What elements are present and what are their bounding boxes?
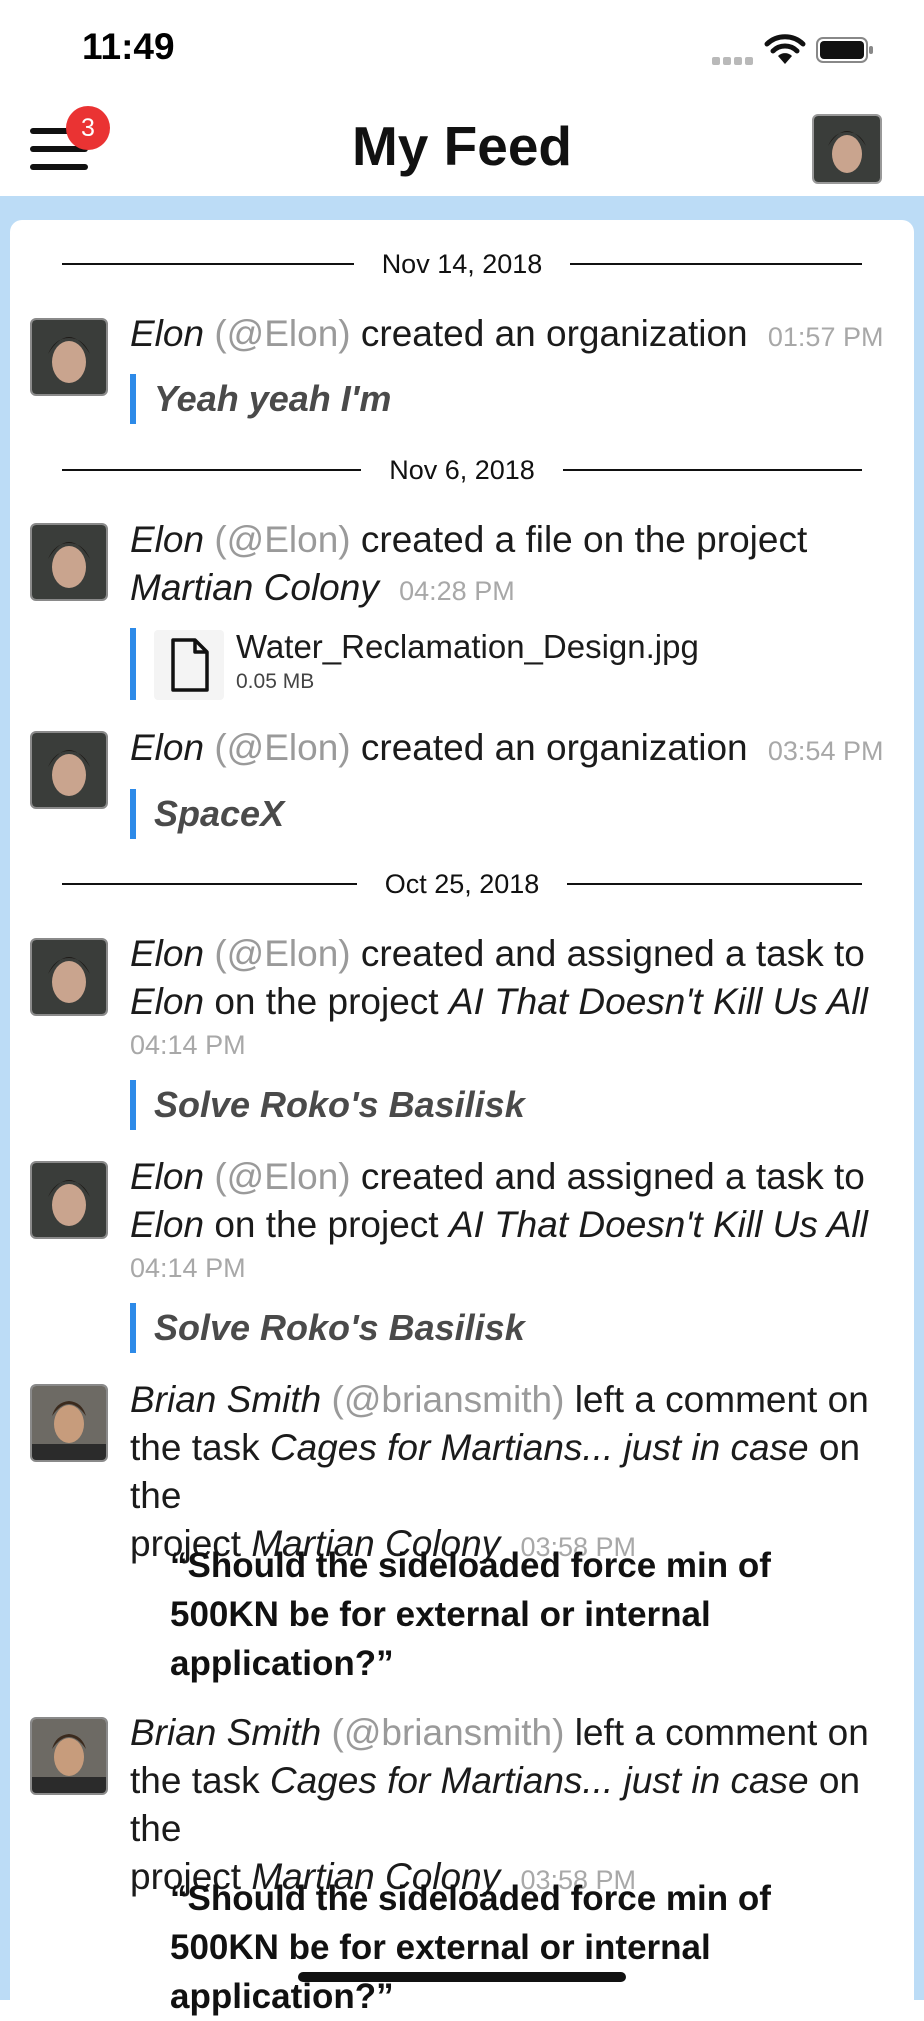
avatar[interactable] bbox=[30, 318, 108, 396]
entry-time: 04:28 PM bbox=[399, 576, 515, 606]
date-label: Oct 25, 2018 bbox=[384, 868, 540, 899]
actor-name[interactable]: Elon bbox=[130, 933, 204, 974]
actor-handle[interactable]: (@briansmith) bbox=[332, 1712, 565, 1753]
task-prefix: the task bbox=[130, 1760, 260, 1801]
project-link[interactable]: AI That Doesn't Kill Us All bbox=[449, 981, 868, 1022]
avatar[interactable] bbox=[30, 731, 108, 809]
actor-name[interactable]: Brian Smith bbox=[130, 1712, 321, 1753]
project-link[interactable]: AI That Doesn't Kill Us All bbox=[449, 1204, 868, 1245]
wifi-icon bbox=[764, 34, 806, 64]
project-link[interactable]: Martian Colony bbox=[130, 567, 379, 608]
entry-time: 04:14 PM bbox=[130, 1030, 246, 1060]
entry-time: 04:14 PM bbox=[130, 1253, 246, 1283]
date-label: Nov 6, 2018 bbox=[389, 454, 535, 485]
entry-quote[interactable]: Solve Roko's Basilisk bbox=[130, 1080, 525, 1130]
avatar[interactable] bbox=[30, 938, 108, 1016]
status-bar: 11:49 bbox=[0, 0, 924, 100]
date-separator: Nov 14, 2018 bbox=[62, 244, 862, 284]
connector-text: on the project bbox=[214, 1204, 439, 1245]
page-title: My Feed bbox=[351, 115, 573, 177]
actor-handle[interactable]: (@Elon) bbox=[214, 1156, 350, 1197]
file-size: 0.05 MB bbox=[236, 670, 315, 693]
assignee-name[interactable]: Elon bbox=[130, 1204, 204, 1245]
avatar[interactable] bbox=[30, 523, 108, 601]
entry-quote[interactable]: Yeah yeah I'm bbox=[130, 374, 391, 424]
feed-entry-text: Elon (@Elon) created an organization 01:… bbox=[130, 310, 900, 361]
avatar[interactable] bbox=[30, 1384, 108, 1462]
actor-name[interactable]: Elon bbox=[130, 519, 204, 560]
task-link[interactable]: Cages for Martians... just in case bbox=[270, 1427, 809, 1468]
action-text: left a comment on bbox=[574, 1712, 869, 1753]
action-text: created and assigned a task to bbox=[360, 1156, 865, 1197]
actor-handle[interactable]: (@Elon) bbox=[214, 519, 350, 560]
status-time: 11:49 bbox=[82, 26, 175, 67]
entry-time: 01:57 PM bbox=[767, 322, 884, 352]
actor-handle[interactable]: (@Elon) bbox=[214, 313, 350, 354]
actor-handle[interactable]: (@Elon) bbox=[214, 933, 350, 974]
actor-name[interactable]: Brian Smith bbox=[130, 1379, 321, 1420]
actor-name[interactable]: Elon bbox=[130, 727, 204, 768]
actor-name[interactable]: Elon bbox=[130, 1156, 204, 1197]
actor-handle[interactable]: (@briansmith) bbox=[332, 1379, 565, 1420]
action-text: created an organization bbox=[360, 727, 748, 768]
app-header: 3 My Feed bbox=[0, 100, 924, 196]
avatar[interactable] bbox=[30, 1161, 108, 1239]
profile-avatar[interactable] bbox=[812, 114, 882, 184]
actor-name[interactable]: Elon bbox=[130, 313, 204, 354]
feed-entry-text: Elon (@Elon) created an organization 03:… bbox=[130, 724, 900, 775]
action-text: left a comment on bbox=[574, 1379, 869, 1420]
avatar[interactable] bbox=[30, 1717, 108, 1795]
feed-entry-text: Elon (@Elon) created and assigned a task… bbox=[130, 1153, 900, 1249]
date-separator: Oct 25, 2018 bbox=[62, 864, 863, 904]
entry-quote[interactable]: Solve Roko's Basilisk bbox=[130, 1303, 525, 1353]
file-icon bbox=[154, 630, 224, 700]
action-text: created a file on the project bbox=[360, 519, 808, 560]
task-prefix: the task bbox=[130, 1427, 260, 1468]
home-indicator[interactable] bbox=[298, 1972, 626, 1982]
file-name: Water_Reclamation_Design.jpg bbox=[236, 628, 699, 665]
action-text: created and assigned a task to bbox=[360, 933, 865, 974]
file-attachment[interactable]: Water_Reclamation_Design.jpg 0.05 MB bbox=[130, 628, 748, 700]
feed-entry-text: Elon (@Elon) created and assigned a task… bbox=[130, 930, 900, 1026]
entry-time: 03:54 PM bbox=[767, 736, 884, 766]
feed-entry-text: Elon (@Elon) created a file on the proje… bbox=[130, 516, 900, 615]
entry-quote[interactable]: SpaceX bbox=[130, 789, 284, 839]
date-label: Nov 14, 2018 bbox=[381, 248, 543, 279]
comment-text[interactable]: “Should the sideloaded force min of 500K… bbox=[170, 1541, 870, 1688]
action-text: created an organization bbox=[360, 313, 748, 354]
comment-text[interactable]: “Should the sideloaded force min of 500K… bbox=[170, 1874, 870, 2021]
date-separator: Nov 6, 2018 bbox=[62, 450, 863, 490]
actor-handle[interactable]: (@Elon) bbox=[214, 727, 350, 768]
task-link[interactable]: Cages for Martians... just in case bbox=[270, 1760, 809, 1801]
assignee-name[interactable]: Elon bbox=[130, 981, 204, 1022]
cellular-signal-icon bbox=[712, 52, 756, 65]
connector-text: on the project bbox=[214, 981, 439, 1022]
battery-icon bbox=[816, 37, 873, 63]
